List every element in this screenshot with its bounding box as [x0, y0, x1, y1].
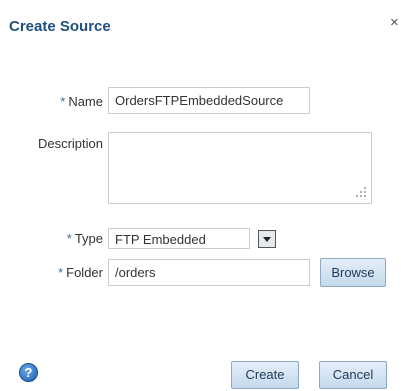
- chevron-down-icon[interactable]: [258, 229, 276, 248]
- create-button[interactable]: Create: [231, 361, 299, 389]
- folder-label: * Folder: [3, 265, 103, 280]
- type-label-text: Type: [74, 231, 103, 246]
- name-label: * Name: [3, 94, 103, 109]
- resize-grip-icon[interactable]: [356, 187, 366, 197]
- name-input[interactable]: [108, 87, 310, 114]
- create-source-dialog: Create Source × *Name Description *Type …: [0, 0, 406, 391]
- description-textarea[interactable]: [108, 132, 372, 204]
- close-icon[interactable]: ×: [390, 15, 399, 30]
- folder-input[interactable]: [108, 259, 310, 286]
- folder-label-text: Folder: [66, 265, 103, 280]
- required-marker: *: [66, 231, 72, 246]
- cancel-button[interactable]: Cancel: [319, 361, 387, 389]
- help-icon[interactable]: ?: [19, 363, 38, 382]
- description-label: Description: [37, 136, 103, 151]
- type-select-value[interactable]: FTP Embedded: [108, 228, 250, 249]
- required-marker: *: [60, 94, 66, 109]
- required-marker: *: [58, 265, 64, 280]
- name-label-text: Name: [68, 94, 103, 109]
- type-label: * Type: [3, 231, 103, 246]
- dialog-title: Create Source: [9, 18, 111, 35]
- type-select[interactable]: FTP Embedded: [108, 227, 276, 250]
- browse-button[interactable]: Browse: [320, 258, 386, 287]
